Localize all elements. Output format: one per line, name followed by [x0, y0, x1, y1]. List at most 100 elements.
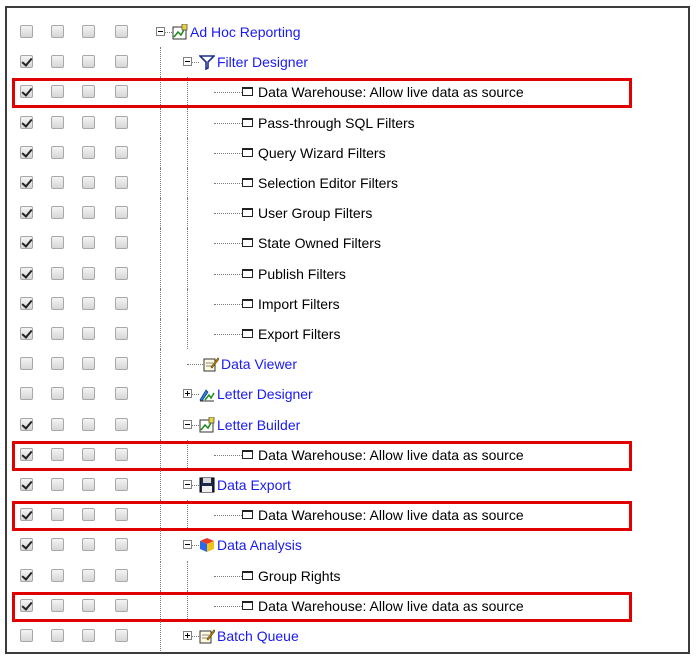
permission-checkbox[interactable] [20, 236, 33, 249]
permission-checkbox[interactable] [51, 629, 64, 642]
collapse-icon[interactable] [183, 57, 192, 66]
tree-node-label[interactable]: Letter Designer [217, 386, 313, 402]
permission-checkbox[interactable] [20, 176, 33, 189]
permission-checkbox[interactable] [51, 55, 64, 68]
permission-checkbox[interactable] [51, 116, 64, 129]
tree-leaf-row: Pass-through SQL Filters [0, 108, 697, 138]
permission-checkbox[interactable] [20, 569, 33, 582]
permission-checkbox[interactable] [82, 267, 95, 280]
tree-guide-line [160, 198, 161, 228]
permission-checkbox[interactable] [20, 297, 33, 310]
tree-guide-line [160, 168, 161, 198]
tree-connector [192, 425, 199, 426]
permission-checkbox[interactable] [20, 357, 33, 370]
permission-checkbox[interactable] [115, 116, 128, 129]
collapse-icon[interactable] [156, 27, 165, 36]
tree-connector [165, 32, 172, 33]
permission-checkbox[interactable] [115, 387, 128, 400]
permission-checkbox[interactable] [115, 206, 128, 219]
permission-checkbox[interactable] [51, 418, 64, 431]
permission-checkbox[interactable] [82, 25, 95, 38]
permission-checkbox[interactable] [115, 357, 128, 370]
tree-node-label[interactable]: Data Analysis [217, 537, 302, 553]
permission-checkbox[interactable] [51, 538, 64, 551]
permission-checkbox[interactable] [20, 478, 33, 491]
permission-checkbox[interactable] [51, 297, 64, 310]
permission-checkbox[interactable] [82, 418, 95, 431]
permission-checkbox[interactable] [20, 538, 33, 551]
tree-node-label[interactable]: Letter Builder [217, 417, 300, 433]
permission-checkbox[interactable] [51, 387, 64, 400]
tree-node-label[interactable]: Ad Hoc Reporting [190, 24, 301, 40]
leaf-right-icon [242, 329, 253, 338]
expand-icon[interactable] [183, 631, 192, 640]
permission-checkbox[interactable] [51, 327, 64, 340]
cube-icon [199, 537, 215, 553]
permission-checkbox[interactable] [51, 206, 64, 219]
permission-checkbox[interactable] [20, 327, 33, 340]
tree-leaf-row: Selection Editor Filters [0, 168, 697, 198]
permission-checkbox[interactable] [20, 55, 33, 68]
tree-node-label[interactable]: Data Viewer [221, 356, 297, 372]
permission-checkbox[interactable] [82, 55, 95, 68]
permission-label: Import Filters [258, 296, 340, 312]
permission-checkbox[interactable] [115, 176, 128, 189]
permission-checkbox[interactable] [51, 569, 64, 582]
permission-checkbox[interactable] [115, 297, 128, 310]
permission-checkbox[interactable] [115, 569, 128, 582]
permission-checkbox[interactable] [115, 478, 128, 491]
tree-node-label[interactable]: Data Export [217, 477, 291, 493]
permission-checkbox[interactable] [51, 176, 64, 189]
permission-checkbox[interactable] [51, 357, 64, 370]
permission-checkbox[interactable] [115, 327, 128, 340]
permission-checkbox[interactable] [82, 297, 95, 310]
permission-checkbox[interactable] [115, 25, 128, 38]
permission-checkbox[interactable] [82, 387, 95, 400]
permission-checkbox[interactable] [82, 569, 95, 582]
permission-checkbox[interactable] [51, 25, 64, 38]
tree-guide-line [187, 228, 188, 258]
highlight-box [12, 441, 632, 471]
permission-checkbox[interactable] [115, 146, 128, 159]
permission-checkbox[interactable] [51, 267, 64, 280]
permission-label: State Owned Filters [258, 235, 381, 251]
tree-node-label[interactable]: Filter Designer [217, 54, 308, 70]
permission-checkbox[interactable] [115, 538, 128, 551]
tree-leaf-row: Export Filters [0, 319, 697, 349]
permission-checkbox[interactable] [82, 116, 95, 129]
collapse-icon[interactable] [183, 480, 192, 489]
permission-checkbox[interactable] [82, 357, 95, 370]
permission-checkbox[interactable] [82, 538, 95, 551]
permission-checkbox[interactable] [20, 146, 33, 159]
permission-checkbox[interactable] [115, 236, 128, 249]
permission-checkbox[interactable] [20, 116, 33, 129]
permission-checkbox[interactable] [115, 629, 128, 642]
permission-checkbox[interactable] [20, 267, 33, 280]
collapse-icon[interactable] [183, 420, 192, 429]
leaf-right-icon [242, 238, 253, 247]
permission-checkbox[interactable] [82, 236, 95, 249]
permission-checkbox[interactable] [51, 478, 64, 491]
permission-checkbox[interactable] [20, 25, 33, 38]
permission-checkbox[interactable] [82, 327, 95, 340]
permission-checkbox[interactable] [82, 206, 95, 219]
tree-node-label[interactable]: Batch Queue [217, 628, 299, 644]
permission-checkbox[interactable] [51, 236, 64, 249]
permission-checkbox[interactable] [82, 478, 95, 491]
permission-checkbox[interactable] [115, 267, 128, 280]
permission-checkbox[interactable] [115, 418, 128, 431]
permission-checkbox[interactable] [51, 146, 64, 159]
expand-icon[interactable] [183, 389, 192, 398]
collapse-icon[interactable] [183, 540, 192, 549]
permission-checkbox[interactable] [20, 629, 33, 642]
tree-guide-line [160, 470, 161, 500]
tree-guide-line [160, 228, 161, 258]
permission-checkbox[interactable] [82, 176, 95, 189]
permission-checkbox[interactable] [115, 55, 128, 68]
permission-checkbox[interactable] [82, 146, 95, 159]
tree-guide-line [187, 289, 188, 319]
permission-checkbox[interactable] [20, 206, 33, 219]
permission-checkbox[interactable] [20, 387, 33, 400]
permission-checkbox[interactable] [20, 418, 33, 431]
permission-checkbox[interactable] [82, 629, 95, 642]
